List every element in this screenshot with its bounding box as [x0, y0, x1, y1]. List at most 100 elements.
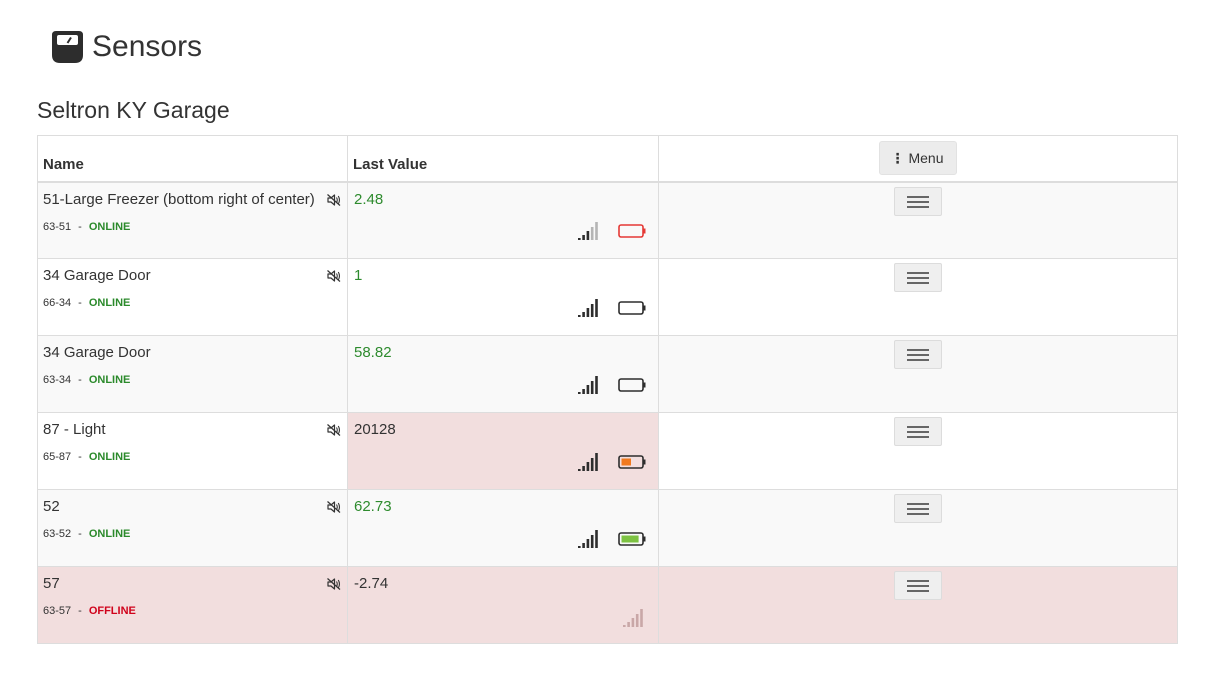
sensor-name-cell: 34 Garage Door 63-34- ONLINE [37, 335, 348, 413]
sensor-meta: 63-51- ONLINE [43, 220, 342, 234]
sensor-name[interactable]: 34 Garage Door [43, 267, 342, 285]
sensor-id: 63-52 [43, 528, 72, 540]
row-menu-button[interactable] [894, 263, 942, 292]
status-badge: ONLINE [88, 374, 131, 386]
meta-separator: - [78, 374, 82, 386]
sensor-id: 63-34 [43, 374, 72, 386]
row-action-cell [658, 335, 1178, 413]
sensor-value-cell: 62.73 [347, 489, 659, 567]
row-menu-button[interactable] [894, 340, 942, 369]
table-row: 34 Garage Door 63-34- ONLINE 58.82 [37, 335, 1178, 413]
status-badge: ONLINE [88, 528, 131, 540]
table-row: 57 63-57- OFFLINE -2.74 [37, 566, 1178, 644]
hamburger-icon-line [907, 200, 929, 203]
sensor-meta: 63-34- ONLINE [43, 373, 342, 387]
sensor-name[interactable]: 87 - Light [43, 421, 342, 439]
status-badge: ONLINE [88, 297, 131, 309]
sensor-name[interactable]: 51-Large Freezer (bottom right of center… [43, 191, 342, 209]
hamburger-icon-line [907, 431, 929, 433]
hamburger-icon-line [907, 195, 929, 198]
hamburger-icon-line [907, 354, 929, 356]
hamburger-icon-line [907, 503, 929, 505]
sensor-value-cell: 20128 [347, 412, 659, 490]
signal-strength-icon [578, 453, 598, 471]
last-value: 62.73 [354, 498, 392, 515]
sensor-name-cell: 52 63-52- ONLINE [37, 489, 348, 567]
column-header-last-value: Last Value [347, 135, 659, 183]
hamburger-icon-line [907, 282, 929, 284]
row-action-cell [658, 258, 1178, 336]
sensor-name[interactable]: 34 Garage Door [43, 344, 342, 362]
signal-strength-icon [578, 299, 598, 317]
mute-icon[interactable] [327, 424, 341, 436]
sensor-value-cell: -2.74 [347, 566, 659, 644]
hamburger-icon-line [907, 426, 929, 428]
row-action-cell [658, 412, 1178, 490]
hamburger-icon-line [907, 508, 929, 510]
sensor-name[interactable]: 57 [43, 575, 342, 593]
sensor-meta: 66-34- ONLINE [43, 296, 342, 310]
hamburger-icon-line [907, 277, 929, 279]
meta-separator: - [78, 605, 82, 617]
last-value: 1 [354, 267, 363, 284]
sensor-value-cell: 58.82 [347, 335, 659, 413]
mute-icon[interactable] [327, 193, 341, 206]
scale-icon [52, 31, 83, 63]
sensor-name-cell: 57 63-57- OFFLINE [37, 566, 348, 644]
row-action-cell [658, 566, 1178, 644]
signal-strength-icon [578, 530, 598, 548]
table-row: 51-Large Freezer (bottom right of center… [37, 181, 1178, 259]
mute-icon[interactable] [327, 578, 341, 590]
table-row: 34 Garage Door 66-34- ONLINE 1 [37, 258, 1178, 336]
menu-button[interactable]: ⋮ Menu [879, 141, 957, 176]
column-header-name: Name [37, 135, 348, 183]
sensor-id: 65-87 [43, 451, 72, 463]
menu-button-label: Menu [908, 150, 944, 167]
sensor-value-cell: 2.48 [347, 181, 659, 259]
last-value: 58.82 [354, 344, 392, 361]
meta-separator: - [78, 220, 82, 233]
row-menu-button[interactable] [894, 417, 942, 446]
status-badge: ONLINE [88, 220, 131, 233]
battery-icon [618, 301, 646, 315]
battery-icon [618, 455, 646, 469]
hamburger-icon-line [907, 580, 929, 582]
status-badge: ONLINE [88, 451, 131, 463]
sensor-name-cell: 34 Garage Door 66-34- ONLINE [37, 258, 348, 336]
last-value: 20128 [354, 421, 396, 438]
location-title: Seltron KY Garage [37, 97, 230, 123]
sensor-table: Name Last Value ⋮ Menu 51-Large Freezer (… [37, 135, 1178, 644]
sensor-meta: 65-87- ONLINE [43, 450, 342, 464]
row-action-cell [658, 489, 1178, 567]
meta-separator: - [78, 528, 82, 540]
signal-strength-icon [578, 376, 598, 394]
hamburger-icon-line [907, 436, 929, 438]
sensor-name-cell: 51-Large Freezer (bottom right of center… [37, 181, 348, 259]
row-menu-button[interactable] [894, 571, 942, 600]
hamburger-icon-line [907, 590, 929, 592]
sensor-id: 66-34 [43, 297, 72, 309]
hamburger-icon-line [907, 349, 929, 351]
sensor-meta: 63-57- OFFLINE [43, 604, 342, 618]
battery-icon [618, 532, 646, 546]
last-value: -2.74 [354, 575, 389, 592]
hamburger-icon-line [907, 205, 929, 208]
hamburger-icon-line [907, 359, 929, 361]
signal-strength-icon [623, 609, 643, 627]
mute-icon[interactable] [327, 501, 341, 513]
meta-separator: - [78, 451, 82, 463]
mute-icon[interactable] [327, 270, 341, 282]
sensor-id: 63-57 [43, 605, 72, 617]
sensor-id: 63-51 [43, 220, 72, 233]
status-badge: OFFLINE [88, 605, 136, 617]
last-value: 2.48 [354, 190, 384, 208]
row-menu-button[interactable] [894, 494, 942, 523]
row-action-cell [658, 181, 1178, 259]
column-header-menu: ⋮ Menu [658, 135, 1178, 183]
sensor-name-cell: 87 - Light 65-87- ONLINE [37, 412, 348, 490]
sensor-name[interactable]: 52 [43, 498, 342, 516]
kebab-icon: ⋮ [890, 150, 905, 167]
table-row: 87 - Light 65-87- ONLINE 20128 [37, 412, 1178, 490]
page-header: Sensors [51, 30, 202, 64]
row-menu-button[interactable] [894, 186, 942, 216]
